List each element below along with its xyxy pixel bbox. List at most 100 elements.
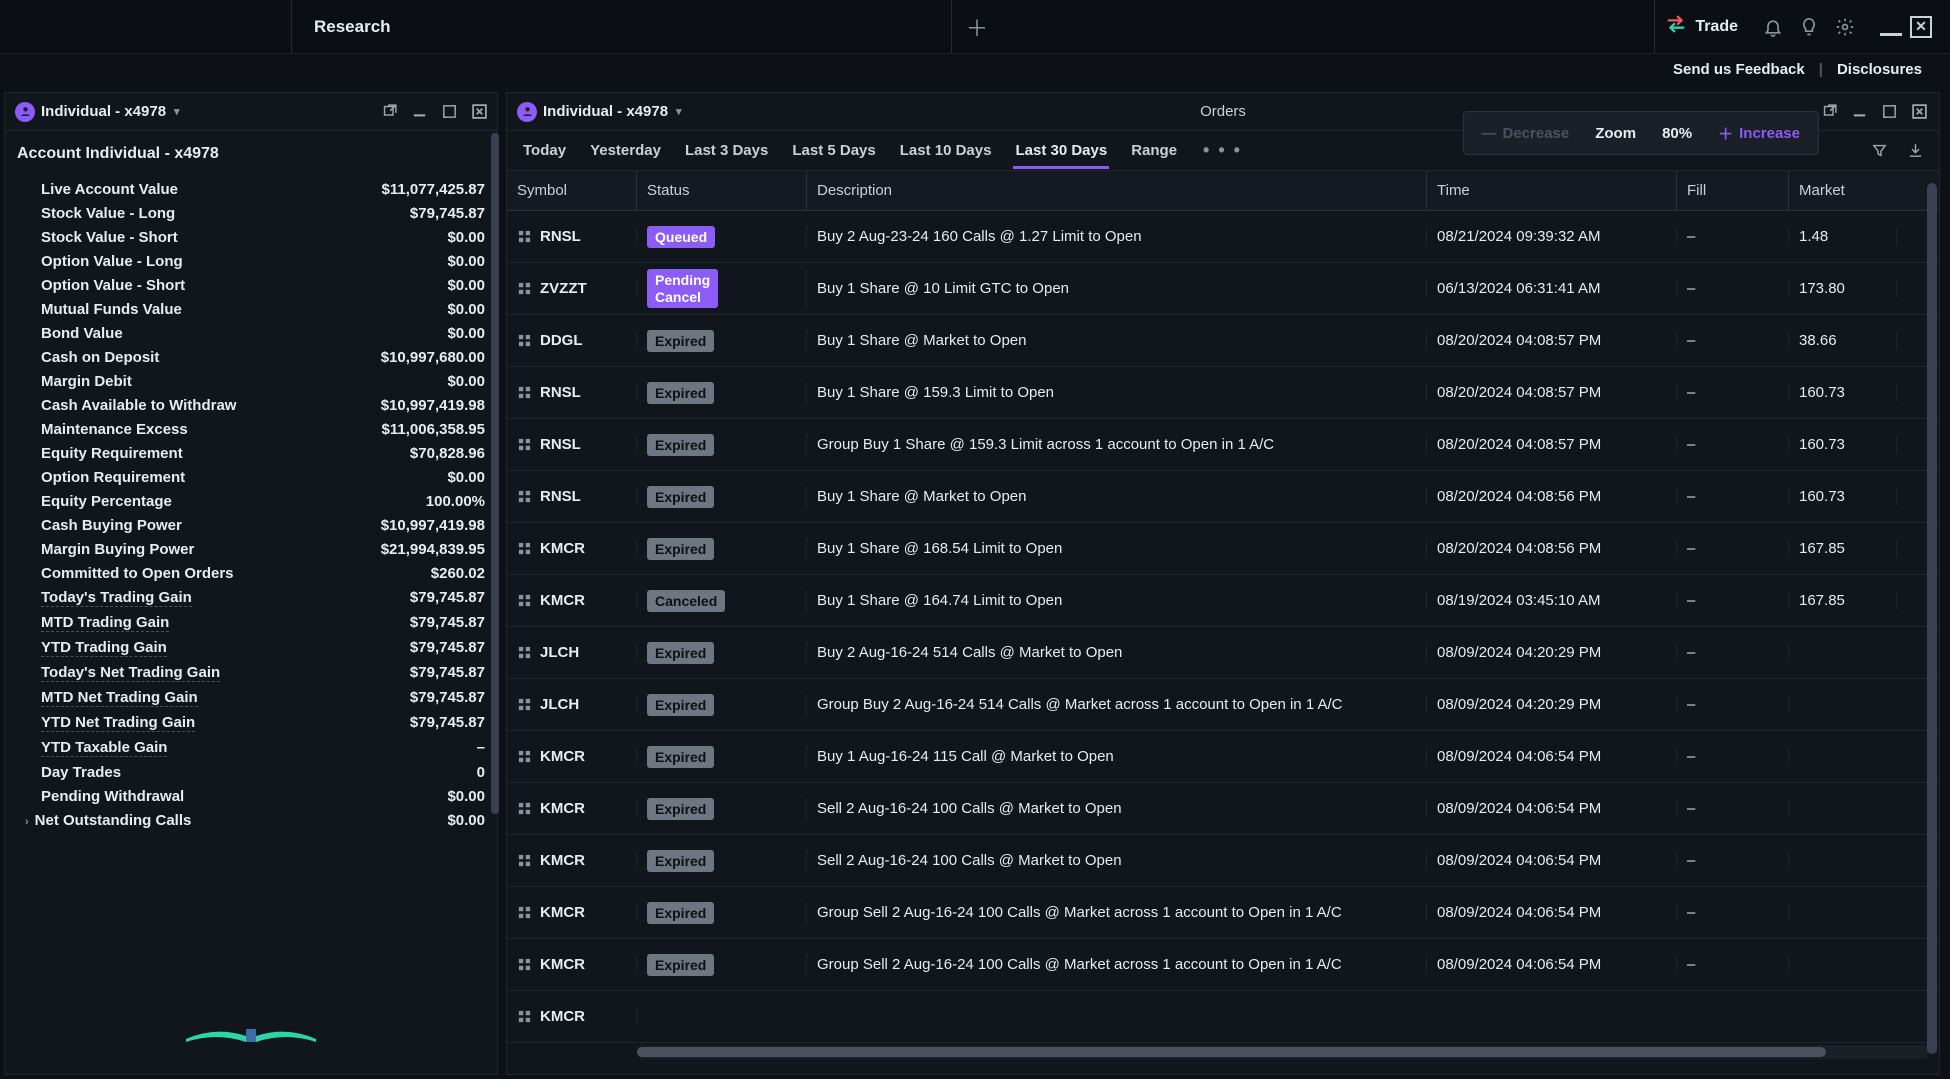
add-tab-button[interactable]: ＋: [952, 0, 1002, 53]
symbol-text: KMCR: [540, 904, 585, 921]
zoom-decrease-button[interactable]: — Decrease: [1482, 125, 1570, 142]
description-cell: Sell 2 Aug-16-24 100 Calls @ Market to O…: [807, 852, 1427, 869]
order-row[interactable]: KMCRExpiredBuy 1 Aug-16-24 115 Call @ Ma…: [507, 731, 1939, 783]
order-row[interactable]: KMCRExpiredSell 2 Aug-16-24 100 Calls @ …: [507, 835, 1939, 887]
order-row[interactable]: RNSLQueuedBuy 2 Aug-23-24 160 Calls @ 1.…: [507, 211, 1939, 263]
date-tab-yesterday[interactable]: Yesterday: [588, 133, 663, 168]
col-header-market[interactable]: Market: [1789, 171, 1897, 210]
close-panel-icon[interactable]: [469, 102, 489, 122]
description-cell: Buy 2 Aug-23-24 160 Calls @ 1.27 Limit t…: [807, 228, 1427, 245]
symbol-cell: KMCR: [517, 540, 585, 557]
fill-cell: –: [1677, 540, 1789, 557]
maximize-panel-icon[interactable]: [439, 102, 459, 122]
stat-label: Committed to Open Orders: [41, 565, 234, 582]
horizontal-scrollbar-thumb[interactable]: [637, 1047, 1826, 1057]
horizontal-scrollbar[interactable]: [637, 1045, 1929, 1059]
symbol-cell: JLCH: [517, 644, 579, 661]
grid-icon[interactable]: [517, 333, 532, 348]
minimize-panel-icon[interactable]: [1849, 102, 1869, 122]
minimize-panel-icon[interactable]: [409, 102, 429, 122]
symbol-cell: KMCR: [517, 956, 585, 973]
grid-icon[interactable]: [517, 437, 532, 452]
grid-icon[interactable]: [517, 593, 532, 608]
order-row[interactable]: RNSLExpiredGroup Buy 1 Share @ 159.3 Lim…: [507, 419, 1939, 471]
order-row[interactable]: KMCRExpiredGroup Sell 2 Aug-16-24 100 Ca…: [507, 939, 1939, 991]
close-panel-icon[interactable]: [1909, 102, 1929, 122]
grid-icon[interactable]: [517, 957, 532, 972]
grid-icon[interactable]: [517, 229, 532, 244]
stat-label: YTD Taxable Gain: [41, 739, 167, 757]
order-row[interactable]: KMCRExpiredBuy 1 Share @ 168.54 Limit to…: [507, 523, 1939, 575]
order-row[interactable]: KMCR: [507, 991, 1939, 1043]
date-tab-range[interactable]: Range: [1129, 133, 1179, 168]
stat-value: $0.00: [447, 301, 485, 318]
grid-icon[interactable]: [517, 905, 532, 920]
order-row[interactable]: KMCRExpiredGroup Sell 2 Aug-16-24 100 Ca…: [507, 887, 1939, 939]
col-header-time[interactable]: Time: [1427, 171, 1677, 210]
order-row[interactable]: RNSLExpiredBuy 1 Share @ 159.3 Limit to …: [507, 367, 1939, 419]
order-row[interactable]: KMCRExpiredSell 2 Aug-16-24 100 Calls @ …: [507, 783, 1939, 835]
workspace-tab-research[interactable]: Research: [292, 0, 952, 53]
description-cell: Buy 1 Share @ Market to Open: [807, 488, 1427, 505]
account-selector[interactable]: Individual - x4978 ▾: [15, 102, 180, 122]
order-row[interactable]: KMCRCanceledBuy 1 Share @ 164.74 Limit t…: [507, 575, 1939, 627]
window-close[interactable]: ✕: [1910, 16, 1932, 38]
date-tab-today[interactable]: Today: [521, 133, 568, 168]
popout-icon[interactable]: [1819, 102, 1839, 122]
order-row[interactable]: JLCHExpiredBuy 2 Aug-16-24 514 Calls @ M…: [507, 627, 1939, 679]
date-tab-last-30-days[interactable]: Last 30 Days: [1013, 133, 1109, 168]
order-row[interactable]: JLCHExpiredGroup Buy 2 Aug-16-24 514 Cal…: [507, 679, 1939, 731]
grid-icon[interactable]: [517, 749, 532, 764]
grid-icon[interactable]: [517, 281, 532, 296]
stat-value: $79,745.87: [410, 714, 485, 732]
grid-icon[interactable]: [517, 1009, 532, 1024]
maximize-panel-icon[interactable]: [1879, 102, 1899, 122]
col-header-status[interactable]: Status: [637, 171, 807, 210]
date-tab-last-5-days[interactable]: Last 5 Days: [790, 133, 877, 168]
grid-icon[interactable]: [517, 645, 532, 660]
order-row[interactable]: ZVZZTPending CancelBuy 1 Share @ 10 Limi…: [507, 263, 1939, 315]
symbol-cell: RNSL: [517, 228, 581, 245]
grid-icon[interactable]: [517, 385, 532, 400]
col-header-description[interactable]: Description: [807, 171, 1427, 210]
download-icon[interactable]: [1905, 141, 1925, 161]
grid-icon[interactable]: [517, 853, 532, 868]
grid-icon[interactable]: [517, 697, 532, 712]
left-scrollbar[interactable]: [491, 133, 499, 814]
notifications-icon[interactable]: [1762, 16, 1784, 38]
order-row[interactable]: RNSLExpiredBuy 1 Share @ Market to Open0…: [507, 471, 1939, 523]
stat-label: Option Value - Long: [41, 253, 183, 270]
date-tab-last-3-days[interactable]: Last 3 Days: [683, 133, 770, 168]
stat-row: Pending Withdrawal$0.00: [17, 784, 485, 808]
trade-button[interactable]: Trade: [1654, 0, 1748, 53]
orders-account-selector[interactable]: Individual - x4978 ▾: [517, 102, 682, 122]
settings-icon[interactable]: [1834, 16, 1856, 38]
feedback-link[interactable]: Send us Feedback: [1673, 61, 1805, 78]
chevron-down-icon: ▾: [676, 105, 682, 118]
more-ranges-button[interactable]: • • •: [1203, 140, 1242, 161]
help-icon[interactable]: [1798, 16, 1820, 38]
date-tab-last-10-days[interactable]: Last 10 Days: [898, 133, 994, 168]
window-minimize[interactable]: [1880, 24, 1902, 36]
col-header-symbol[interactable]: Symbol: [507, 171, 637, 210]
status-badge: Canceled: [647, 590, 725, 612]
popout-icon[interactable]: [379, 102, 399, 122]
symbol-cell: DDGL: [517, 332, 583, 349]
grid-icon[interactable]: [517, 489, 532, 504]
order-row[interactable]: DDGLExpiredBuy 1 Share @ Market to Open0…: [507, 315, 1939, 367]
col-header-fill[interactable]: Fill: [1677, 171, 1789, 210]
right-scrollbar[interactable]: [1927, 183, 1937, 1054]
filter-icon[interactable]: [1869, 141, 1889, 161]
stat-row: Stock Value - Long$79,745.87: [17, 201, 485, 225]
time-cell: 08/09/2024 04:06:54 PM: [1427, 852, 1677, 869]
symbol-text: KMCR: [540, 800, 585, 817]
disclosures-link[interactable]: Disclosures: [1837, 61, 1922, 78]
grid-icon[interactable]: [517, 541, 532, 556]
stat-value: 100.00%: [426, 493, 485, 510]
fill-cell: –: [1677, 904, 1789, 921]
net-outstanding-row[interactable]: ›Net Outstanding Calls $0.00: [17, 808, 485, 832]
orders-toolbar-icons: [1869, 141, 1925, 161]
market-cell: 167.85: [1789, 592, 1897, 609]
zoom-increase-button[interactable]: ＋ Increase: [1718, 123, 1800, 144]
grid-icon[interactable]: [517, 801, 532, 816]
